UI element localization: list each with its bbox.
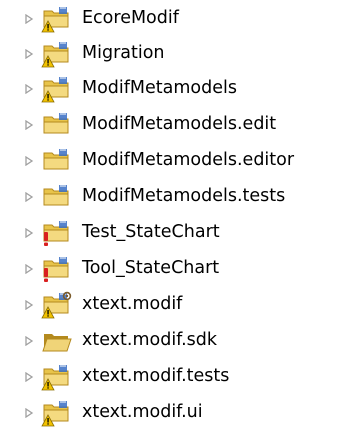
tree-item[interactable]: xtext.modif.ui — [0, 396, 348, 430]
folder-icon — [40, 182, 74, 212]
expand-arrow-icon[interactable] — [24, 300, 34, 310]
tree-item-label: ModifMetamodels — [82, 78, 237, 99]
tree-item[interactable]: ModifMetamodels.editor — [0, 144, 348, 178]
expand-arrow-icon[interactable] — [24, 120, 34, 130]
expand-arrow-icon[interactable] — [24, 156, 34, 166]
folder-icon — [40, 110, 74, 140]
folder-warning-icon — [40, 290, 74, 320]
tree-item[interactable]: Tool_StateChart — [0, 252, 348, 286]
folder-warning-icon — [40, 398, 74, 428]
folder-error-icon — [40, 254, 74, 284]
tree-item-label: Migration — [82, 43, 165, 64]
expand-arrow-icon[interactable] — [24, 14, 34, 24]
folder-warning-icon — [40, 39, 74, 69]
tree-item[interactable]: xtext.modif — [0, 288, 348, 322]
tree-item-label: ModifMetamodels.editor — [82, 150, 295, 171]
tree-item-label: Tool_StateChart — [82, 258, 220, 279]
tree-item-label: xtext.modif.sdk — [82, 330, 217, 351]
expand-arrow-icon[interactable] — [24, 192, 34, 202]
expand-arrow-icon[interactable] — [24, 372, 34, 382]
tree-item[interactable]: xtext.modif.sdk — [0, 324, 348, 358]
expand-arrow-icon[interactable] — [24, 336, 34, 346]
expand-arrow-icon[interactable] — [24, 84, 34, 94]
tree-item[interactable]: Test_StateChart — [0, 216, 348, 250]
tree-item-label: xtext.modif.ui — [82, 402, 203, 423]
project-explorer-tree: EcoreModif Migration ModifMetamodels ModifM… — [0, 0, 348, 435]
tree-item-label: ModifMetamodels.tests — [82, 186, 286, 207]
tree-item[interactable]: ModifMetamodels — [0, 72, 348, 106]
expand-arrow-icon[interactable] — [24, 49, 34, 59]
tree-item[interactable]: Migration — [0, 37, 348, 71]
expand-arrow-icon[interactable] — [24, 408, 34, 418]
folder-warning-icon — [40, 4, 74, 34]
expand-arrow-icon[interactable] — [24, 264, 34, 274]
tree-item[interactable]: xtext.modif.tests — [0, 360, 348, 394]
tree-item[interactable]: ModifMetamodels.edit — [0, 108, 348, 142]
tree-item-label: xtext.modif.tests — [82, 366, 230, 387]
tree-item-label: xtext.modif — [82, 294, 183, 315]
tree-item-label: EcoreModif — [82, 8, 179, 29]
folder-warning-icon — [40, 362, 74, 392]
open-folder-icon — [40, 326, 74, 356]
tree-item-label: ModifMetamodels.edit — [82, 114, 277, 135]
tree-item-label: Test_StateChart — [82, 222, 220, 243]
folder-error-icon — [40, 218, 74, 248]
tree-item[interactable]: EcoreModif — [0, 2, 348, 36]
tree-item[interactable]: ModifMetamodels.tests — [0, 180, 348, 214]
folder-icon — [40, 146, 74, 176]
folder-warning-icon — [40, 74, 74, 104]
expand-arrow-icon[interactable] — [24, 228, 34, 238]
